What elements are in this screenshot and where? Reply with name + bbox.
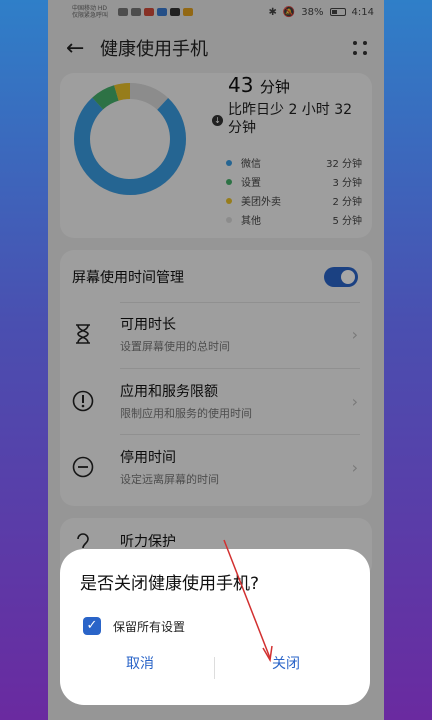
phone-screen: 中国移动 HD 仅限紧急呼叫 ✱ 🔕 38% 4:14 ← 健康使用手机 43 …	[48, 0, 384, 720]
keep-settings-checkbox[interactable]: ✓ 保留所有设置	[83, 617, 185, 635]
cancel-button[interactable]: 取消	[80, 652, 200, 676]
button-divider	[214, 657, 215, 679]
dialog-title: 是否关闭健康使用手机?	[80, 574, 260, 594]
checkbox-checked-icon[interactable]: ✓	[83, 617, 101, 635]
close-button[interactable]: 关闭	[226, 652, 346, 676]
confirm-dialog: 是否关闭健康使用手机? ✓ 保留所有设置 取消 关闭	[60, 549, 370, 705]
checkbox-label: 保留所有设置	[113, 619, 186, 634]
